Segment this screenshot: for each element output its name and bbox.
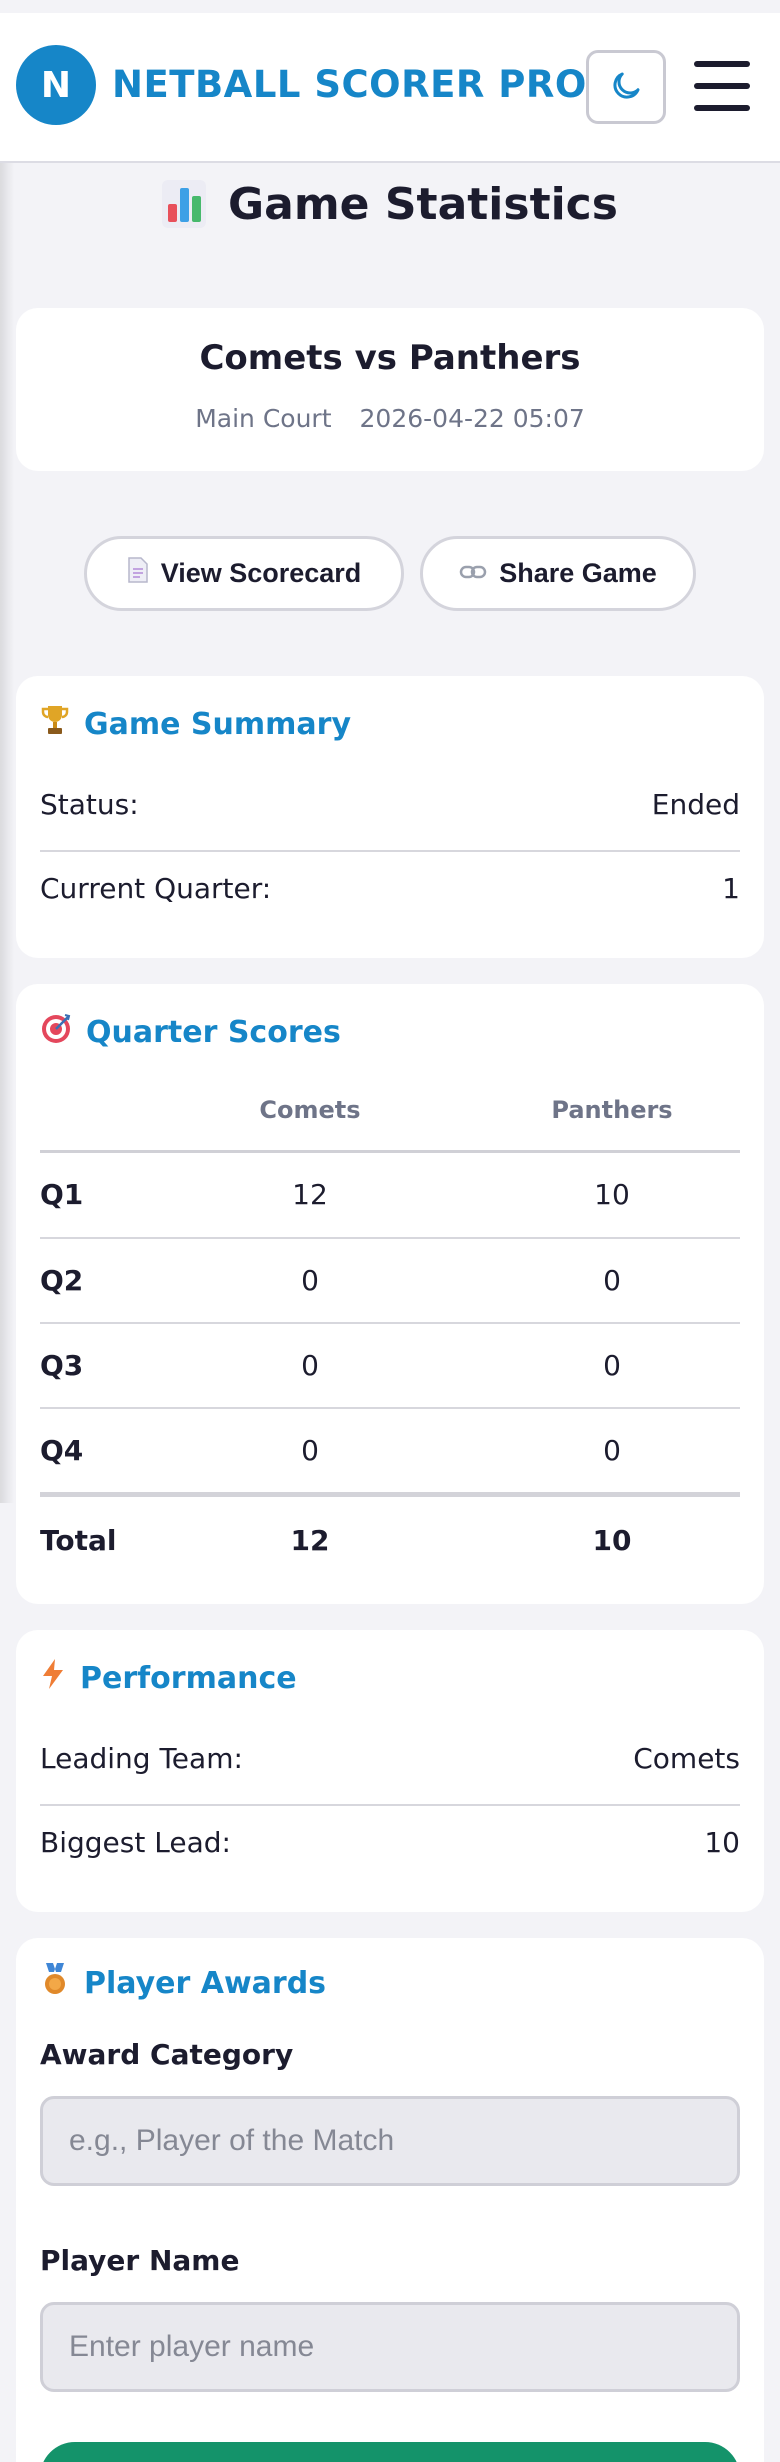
award-category-label: Award Category [40,2038,294,2071]
leading-team-row: Leading Team: Comets [40,1742,740,1775]
share-game-button[interactable]: Share Game [420,536,696,611]
share-game-label: Share Game [499,558,657,588]
team-a-total: 12 [290,1524,330,1557]
player-name-label: Player Name [40,2244,240,2277]
brand-title[interactable]: NETBALL SCORER PRO [112,63,587,106]
team-a-column-header: Comets [259,1096,361,1124]
performance-heading: Performance [40,1658,297,1698]
quarter-scores-card: Quarter Scores Comets Panthers Q1 12 10 … [16,984,764,1604]
status-row: Status: Ended [40,788,740,821]
page-title-row: Game Statistics [0,172,780,236]
game-summary-heading: Game Summary [40,704,351,744]
total-label: Total [40,1524,117,1557]
team-b-total: 10 [592,1524,632,1557]
match-datetime: 2026-04-22 05:07 [359,404,585,433]
biggest-lead-label: Biggest Lead: [40,1826,231,1859]
header-divider [40,1150,740,1153]
quarter-row: Q2 0 0 [40,1264,740,1348]
current-quarter-label: Current Quarter: [40,872,272,905]
quarter-row: Q1 12 10 [40,1178,740,1262]
quarter-label: Q2 [40,1264,84,1297]
total-divider [40,1492,740,1497]
add-award-button[interactable] [40,2442,740,2462]
performance-card: Performance Leading Team: Comets Biggest… [16,1630,764,1912]
match-title: Comets vs Panthers [199,338,581,378]
app-logo[interactable]: N [16,45,96,125]
team-b-score: 0 [603,1434,621,1467]
biggest-lead-row: Biggest Lead: 10 [40,1826,740,1859]
team-b-score: 0 [603,1264,621,1297]
divider [40,1322,740,1324]
player-name-input[interactable] [40,2302,740,2392]
team-b-score: 0 [603,1349,621,1382]
quarter-scores-heading: Quarter Scores [40,1012,341,1052]
player-awards-title: Player Awards [84,1965,327,2001]
team-a-score: 0 [301,1264,319,1297]
quarter-label: Q3 [40,1349,84,1382]
divider [40,1237,740,1239]
link-icon [459,558,487,589]
team-b-score: 10 [594,1178,630,1211]
document-icon [127,557,149,590]
team-a-score: 0 [301,1349,319,1382]
match-meta: Main Court 2026-04-22 05:07 [16,404,764,433]
view-scorecard-button[interactable]: View Scorecard [84,536,404,611]
bar-chart-icon [162,180,207,228]
total-row: Total 12 10 [40,1524,740,1608]
team-a-score: 0 [301,1434,319,1467]
player-awards-card: Player Awards Award Category Player Name [16,1938,764,2462]
moon-icon [608,68,644,107]
top-strip [0,0,780,13]
status-label: Status: [40,788,139,821]
trophy-icon [40,704,70,744]
divider [40,850,740,852]
current-quarter-row: Current Quarter: 1 [40,872,740,905]
side-drawer-shadow [0,163,14,1503]
quarter-label: Q1 [40,1178,84,1211]
match-info-card: Comets vs Panthers Main Court 2026-04-22 … [16,308,764,471]
leading-team-value: Comets [633,1742,740,1775]
award-category-input[interactable] [40,2096,740,2186]
medal-icon [40,1962,70,2004]
status-value: Ended [651,788,740,821]
current-quarter-value: 1 [722,872,740,905]
biggest-lead-value: 10 [704,1826,740,1859]
team-a-score: 12 [292,1178,328,1211]
lightning-icon [40,1658,66,1698]
leading-team-label: Leading Team: [40,1742,243,1775]
match-venue: Main Court [195,404,332,433]
quarter-row: Q3 0 0 [40,1349,740,1433]
quarter-row: Q4 0 0 [40,1434,740,1518]
quarter-scores-title: Quarter Scores [86,1014,341,1050]
team-b-column-header: Panthers [551,1096,673,1124]
page-title: Game Statistics [228,178,618,230]
hamburger-menu-icon[interactable] [694,61,750,111]
quarter-label: Q4 [40,1434,84,1467]
theme-toggle-button[interactable] [586,50,666,124]
divider [40,1407,740,1409]
game-summary-title: Game Summary [84,706,351,742]
performance-title: Performance [80,1660,297,1696]
app-header: N NETBALL SCORER PRO [0,13,780,163]
player-awards-heading: Player Awards [40,1962,326,2004]
view-scorecard-label: View Scorecard [160,558,362,588]
divider [40,1804,740,1806]
game-summary-card: Game Summary Status: Ended Current Quart… [16,676,764,958]
target-icon [40,1012,72,1052]
